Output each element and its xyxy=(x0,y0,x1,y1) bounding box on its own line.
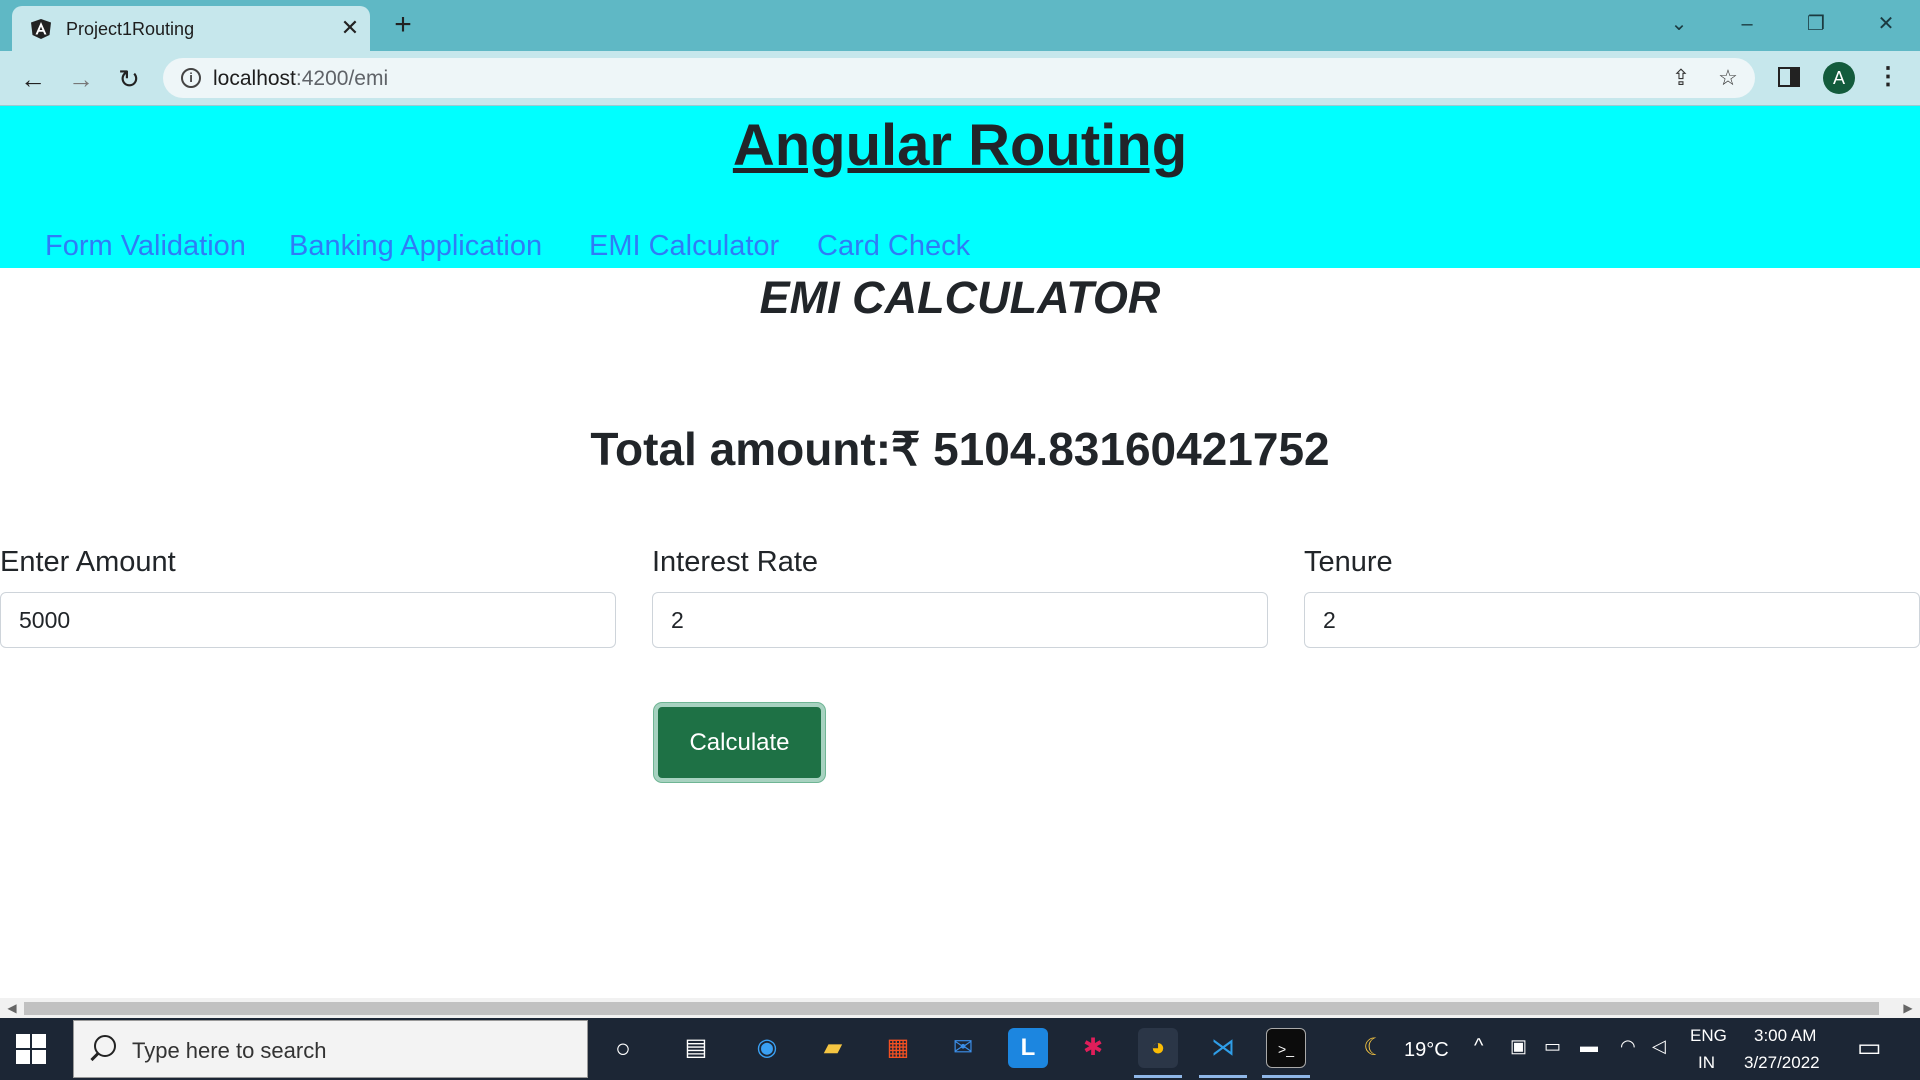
star-icon[interactable]: ☆ xyxy=(1714,64,1742,92)
battery-icon[interactable]: ▬ xyxy=(1580,1036,1598,1057)
window-close-icon[interactable]: ✕ xyxy=(1869,9,1903,39)
horizontal-scrollbar[interactable]: ◀ ▶ xyxy=(0,998,1920,1018)
info-icon[interactable]: i xyxy=(181,68,201,88)
close-icon[interactable]: ✕ xyxy=(338,16,362,40)
angular-logo-icon xyxy=(31,19,51,39)
taskbar: Type here to search ○ ▤ ◉ ▰ ▦ ✉ L ✱ ◕ ⋊ … xyxy=(0,1018,1920,1080)
back-arrow-icon[interactable]: ← xyxy=(16,62,50,96)
slack-icon[interactable]: ✱ xyxy=(1073,1028,1113,1068)
url-host: localhost xyxy=(213,67,296,90)
avatar[interactable]: A xyxy=(1823,62,1855,94)
restore-icon[interactable]: ❐ xyxy=(1799,9,1833,39)
chrome-icon[interactable]: ◕ xyxy=(1138,1028,1178,1068)
total-value: 5104.83160421752 xyxy=(933,423,1330,475)
vscode-active-indicator xyxy=(1199,1075,1247,1078)
weather-icon[interactable]: ☾ xyxy=(1354,1028,1394,1068)
scrollbar-thumb[interactable] xyxy=(24,1002,1879,1015)
search-icon xyxy=(94,1035,116,1057)
app-l-icon[interactable]: L xyxy=(1008,1028,1048,1068)
chrome-active-indicator xyxy=(1134,1075,1182,1078)
display-icon[interactable]: ▭ xyxy=(1544,1036,1561,1057)
search-placeholder: Type here to search xyxy=(132,1038,327,1063)
vscode-icon[interactable]: ⋊ xyxy=(1203,1028,1243,1068)
address-bar[interactable]: i localhost:4200/emi ⇪ ☆ xyxy=(163,58,1755,98)
interest-rate-label: Interest Rate xyxy=(652,546,819,578)
nav-link-banking-application[interactable]: Banking Application xyxy=(289,230,542,263)
tab-search-chevron-icon[interactable]: ⌄ xyxy=(1662,9,1696,39)
site-header: Angular Routing Form Validation Banking … xyxy=(0,106,1920,268)
total-label: Total amount: xyxy=(590,423,892,475)
new-tab-icon[interactable]: + xyxy=(388,10,418,41)
calculate-button[interactable]: Calculate xyxy=(654,703,825,782)
interest-rate-input[interactable]: 2 xyxy=(652,592,1268,648)
language-top[interactable]: ENG xyxy=(1690,1026,1727,1046)
url-text[interactable]: localhost:4200/emi xyxy=(213,67,388,91)
tab-title: Project1Routing xyxy=(66,19,195,39)
volume-icon[interactable]: ◁ xyxy=(1652,1036,1666,1057)
forward-arrow-icon[interactable]: → xyxy=(64,62,98,96)
language-bottom[interactable]: IN xyxy=(1698,1053,1715,1073)
total-amount: Total amount:₹ 5104.83160421752 xyxy=(0,422,1920,476)
share-icon[interactable]: ⇪ xyxy=(1667,64,1695,92)
terminal-active-indicator xyxy=(1262,1075,1310,1078)
scroll-left-icon[interactable]: ◀ xyxy=(4,1000,20,1016)
meet-icon[interactable]: ▣ xyxy=(1510,1036,1527,1057)
task-view-icon[interactable]: ▤ xyxy=(676,1028,716,1068)
url-path: :4200/emi xyxy=(295,67,389,90)
tenure-input[interactable]: 2 xyxy=(1304,592,1920,648)
side-panel-icon[interactable] xyxy=(1778,67,1800,87)
nav-link-card-check[interactable]: Card Check xyxy=(817,230,970,263)
weather-temp[interactable]: 19°C xyxy=(1404,1039,1449,1062)
store-icon[interactable]: ▦ xyxy=(878,1028,918,1068)
site-title: Angular Routing xyxy=(732,113,1188,178)
clock-date[interactable]: 3/27/2022 xyxy=(1744,1053,1820,1073)
edge-icon[interactable]: ◉ xyxy=(747,1028,787,1068)
menu-dots-icon[interactable]: ⋮ xyxy=(1876,62,1900,94)
browser-tab[interactable]: Project1Routing ✕ xyxy=(12,6,370,51)
notification-icon[interactable]: ▭ xyxy=(1857,1032,1882,1063)
browser-tab-strip: Project1Routing ✕ + ⌄ – ❐ ✕ xyxy=(0,0,1920,51)
amount-input[interactable]: 5000 xyxy=(0,592,616,648)
nav-link-form-validation[interactable]: Form Validation xyxy=(45,230,246,263)
amount-label: Enter Amount xyxy=(0,546,176,578)
minimize-icon[interactable]: – xyxy=(1730,9,1764,39)
terminal-icon[interactable]: >_ xyxy=(1266,1028,1306,1068)
page-viewport: Angular Routing Form Validation Banking … xyxy=(0,106,1920,998)
wifi-icon[interactable]: ◠ xyxy=(1620,1036,1636,1057)
tray-chevron-icon[interactable]: ^ xyxy=(1474,1035,1483,1058)
taskbar-search[interactable]: Type here to search xyxy=(73,1020,588,1078)
file-explorer-icon[interactable]: ▰ xyxy=(813,1028,853,1068)
reload-icon[interactable]: ↻ xyxy=(112,62,146,96)
nav-link-emi-calculator[interactable]: EMI Calculator xyxy=(589,230,779,263)
windows-start-icon[interactable] xyxy=(16,1034,46,1064)
rupee-symbol: ₹ xyxy=(891,423,921,475)
page-title: EMI CALCULATOR xyxy=(759,272,1161,323)
clock-time[interactable]: 3:00 AM xyxy=(1754,1026,1816,1046)
mail-icon[interactable]: ✉ xyxy=(943,1028,983,1068)
cortana-icon[interactable]: ○ xyxy=(603,1028,643,1068)
tenure-label: Tenure xyxy=(1304,546,1393,578)
scroll-right-icon[interactable]: ▶ xyxy=(1900,1000,1916,1016)
